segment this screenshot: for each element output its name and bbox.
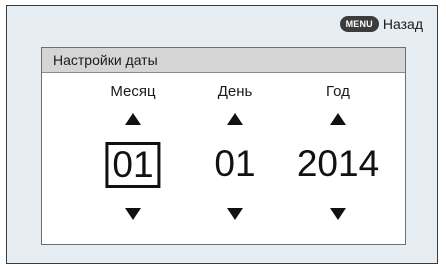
date-settings-screen: MENU Назад Настройки даты Месяц 01 День … [6, 5, 438, 264]
month-up-arrow-icon[interactable] [125, 113, 141, 125]
day-value[interactable]: 01 [214, 141, 255, 187]
month-value-selected[interactable]: 01 [105, 142, 161, 188]
panel-title: Настройки даты [42, 48, 405, 73]
year-up-arrow-icon[interactable] [330, 113, 346, 125]
back-control[interactable]: MENU Назад [339, 16, 423, 32]
year-column: Год 2014 [273, 72, 403, 244]
year-label: Год [326, 83, 350, 100]
menu-key-icon[interactable]: MENU [339, 16, 379, 32]
day-up-arrow-icon[interactable] [227, 113, 243, 125]
year-value[interactable]: 2014 [297, 141, 379, 187]
date-settings-panel: Настройки даты Месяц 01 День 01 Год 2014 [41, 47, 406, 245]
day-down-arrow-icon[interactable] [227, 208, 243, 220]
year-down-arrow-icon[interactable] [330, 208, 346, 220]
month-down-arrow-icon[interactable] [125, 208, 141, 220]
back-label[interactable]: Назад [383, 16, 423, 32]
